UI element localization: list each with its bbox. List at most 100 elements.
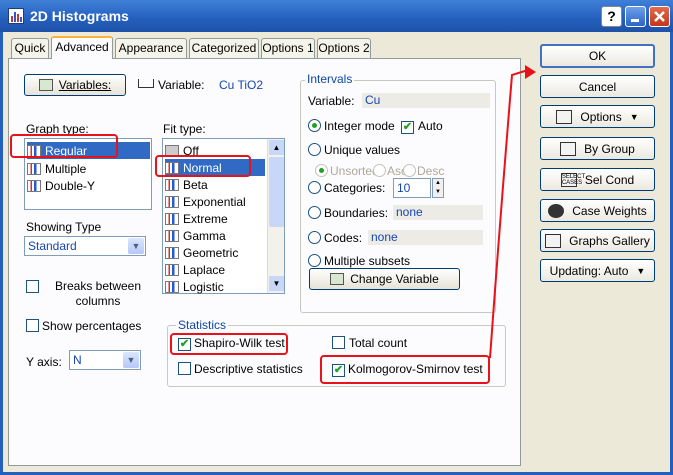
showing-type-label: Showing Type: [26, 220, 102, 234]
breaks-label: Breaks between columns: [54, 279, 142, 308]
select-cases-icon: SELECT CASES: [560, 172, 586, 187]
fit-type-geometric[interactable]: Geometric: [165, 244, 265, 261]
categories-input[interactable]: 10: [393, 178, 431, 198]
chevron-down-icon: ▼: [636, 265, 646, 276]
updating-button[interactable]: Updating: Auto ▼: [540, 259, 655, 282]
intervals-legend: Intervals: [305, 72, 355, 86]
variable-label: Variable:: [158, 78, 205, 92]
chevron-down-icon: ▼: [128, 238, 144, 254]
variable-value: Cu TiO2: [219, 78, 264, 92]
tab-categorized[interactable]: Categorized: [189, 38, 259, 58]
total-count-checkbox[interactable]: [332, 336, 345, 352]
ok-button[interactable]: OK: [540, 44, 655, 68]
unsorted-label: Unsorted: [330, 164, 379, 178]
case-weights-button[interactable]: Case Weights: [540, 199, 655, 222]
fit-type-logistic[interactable]: Logistic: [165, 278, 265, 295]
graph-type-multiple[interactable]: Multiple: [27, 160, 150, 177]
variables-button[interactable]: Variables:: [24, 74, 126, 96]
options-button[interactable]: Options ▼: [540, 105, 655, 128]
minimize-icon: [631, 19, 639, 22]
chevron-down-icon: ▼: [123, 352, 139, 368]
scroll-thumb[interactable]: [269, 157, 284, 227]
variables-icon: [330, 273, 345, 285]
tab-options-2[interactable]: Options 2: [317, 38, 371, 58]
options-icon: [556, 109, 573, 124]
boundaries-radio[interactable]: [308, 206, 321, 222]
integer-mode-radio[interactable]: [308, 119, 321, 135]
categories-spinner[interactable]: ▲ ▼: [432, 178, 444, 198]
sel-cond-button[interactable]: SELECT CASES Sel Cond: [540, 168, 655, 191]
intervals-variable-label: Variable:: [308, 94, 355, 108]
change-variable-button[interactable]: Change Variable: [309, 268, 460, 290]
window-title: 2D Histograms: [30, 8, 129, 24]
by-group-icon: [560, 141, 577, 156]
tab-quick[interactable]: Quick: [11, 38, 49, 58]
unsorted-radio[interactable]: [315, 164, 328, 180]
annotation-box-normal: [155, 155, 251, 177]
minimize-button[interactable]: [625, 6, 646, 27]
variable-icon: [138, 79, 154, 88]
breaks-checkbox[interactable]: [26, 280, 39, 296]
codes-radio[interactable]: [308, 231, 321, 247]
annotation-box-shapiro: [170, 333, 288, 355]
codes-label: Codes:: [324, 231, 363, 245]
tab-advanced[interactable]: Advanced: [51, 36, 113, 59]
fit-type-scrollbar[interactable]: ▲ ▼: [267, 139, 284, 293]
scroll-up-icon[interactable]: ▲: [269, 140, 284, 155]
histogram-icon: [27, 162, 41, 175]
distribution-icon: [165, 229, 179, 242]
close-icon: [654, 11, 665, 22]
graphs-gallery-button[interactable]: Graphs Gallery: [540, 229, 655, 252]
gallery-icon: [545, 233, 562, 248]
fit-type-gamma[interactable]: Gamma: [165, 227, 265, 244]
total-count-label: Total count: [349, 336, 408, 350]
histogram-app-icon: [8, 8, 24, 24]
show-percentages-label: Show percentages: [42, 319, 142, 333]
cancel-button[interactable]: Cancel: [540, 75, 655, 98]
close-button[interactable]: [649, 6, 670, 27]
categories-label: Categories:: [324, 181, 386, 195]
distribution-icon: [165, 178, 179, 191]
scroll-down-icon[interactable]: ▼: [269, 276, 284, 291]
codes-value[interactable]: none: [368, 230, 483, 245]
categories-radio[interactable]: [308, 181, 321, 197]
tab-appearance[interactable]: Appearance: [115, 38, 187, 58]
showing-type-select[interactable]: Standard ▼: [24, 236, 146, 256]
distribution-icon: [165, 212, 179, 225]
unique-values-label: Unique values: [324, 143, 401, 157]
distribution-icon: [165, 280, 179, 293]
boundaries-label: Boundaries:: [324, 206, 389, 220]
by-group-button[interactable]: By Group: [540, 137, 655, 160]
chevron-down-icon: ▼: [629, 111, 639, 122]
distribution-icon: [165, 246, 179, 259]
graph-type-double-y[interactable]: Double-Y: [27, 177, 150, 194]
tab-options-1[interactable]: Options 1: [261, 38, 315, 58]
y-axis-select[interactable]: N ▼: [69, 350, 141, 370]
fit-type-beta[interactable]: Beta: [165, 176, 265, 193]
boundaries-value[interactable]: none: [393, 205, 483, 220]
annotation-box-ks: [320, 355, 490, 384]
descriptive-statistics-label: Descriptive statistics: [194, 362, 303, 376]
weight-icon: [548, 203, 565, 218]
fit-type-label: Fit type:: [163, 122, 206, 136]
fit-type-laplace[interactable]: Laplace: [165, 261, 265, 278]
desc-label: Desc: [417, 164, 445, 178]
annotation-box-regular: [10, 134, 118, 158]
distribution-icon: [165, 263, 179, 276]
histogram-icon: [27, 179, 41, 192]
descriptive-statistics-checkbox[interactable]: [178, 362, 191, 378]
help-button[interactable]: ?: [601, 6, 622, 27]
unique-values-radio[interactable]: [308, 143, 321, 159]
distribution-icon: [165, 195, 179, 208]
fit-type-exponential[interactable]: Exponential: [165, 193, 265, 210]
statistics-legend: Statistics: [176, 318, 229, 332]
fit-type-extreme[interactable]: Extreme: [165, 210, 265, 227]
y-axis-label: Y axis:: [26, 355, 62, 369]
auto-checkbox[interactable]: ✔: [401, 119, 414, 134]
multiple-subsets-label: Multiple subsets: [324, 254, 411, 268]
show-percentages-checkbox[interactable]: [26, 319, 39, 335]
integer-mode-label: Integer mode: [324, 119, 395, 133]
intervals-variable-value: Cu: [362, 93, 490, 108]
asc-radio[interactable]: [373, 164, 386, 180]
variables-icon: [38, 79, 53, 91]
